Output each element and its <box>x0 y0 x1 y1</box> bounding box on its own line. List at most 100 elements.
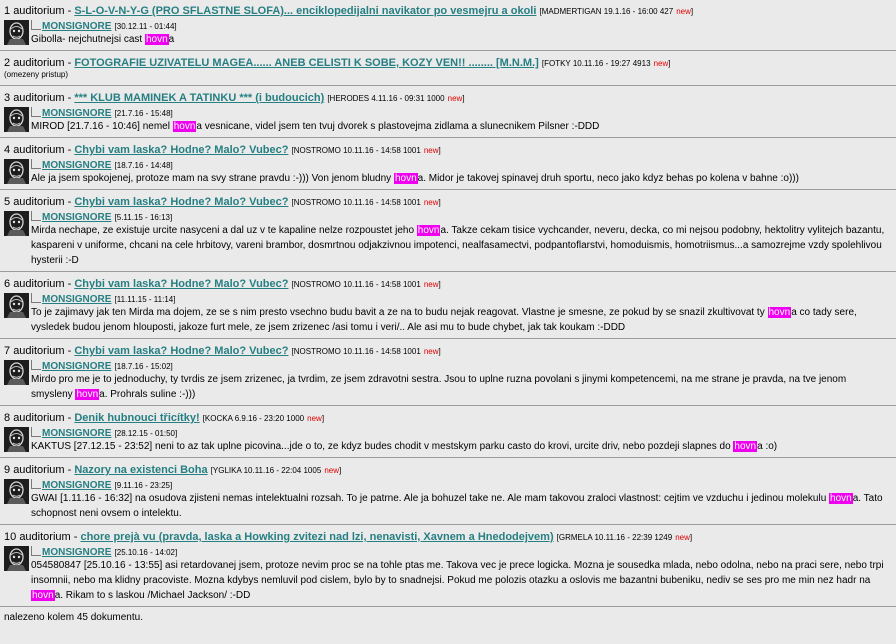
search-highlight: hovn <box>733 441 758 452</box>
result-count: nalezeno kolem 45 dokumentu. <box>4 612 143 623</box>
topic-link[interactable]: Chybi vam laska? Hodne? Malo? Vubec? <box>74 196 288 208</box>
post-text-before: GWAI [1.11.16 - 16:32] na osudova zjiste… <box>31 493 830 504</box>
result-number: 9 <box>4 464 11 476</box>
post-text: KAKTUS [27.12.15 - 23:52] neni to az tak… <box>31 439 892 454</box>
post-header: MONSIGNORE [28.12.15 - 01:50] <box>31 426 892 439</box>
post-timestamp: [28.12.15 - 01:50] <box>114 429 178 438</box>
post-text-before: Mirda nechape, ze existuje urcite nasyce… <box>31 225 417 236</box>
author-link[interactable]: MONSIGNORE <box>42 108 111 119</box>
search-highlight: hovn <box>829 493 853 504</box>
post-timestamp: [21.7.16 - 15:48] <box>114 109 173 118</box>
post-text-before: To je zajimavy jak ten Mirda ma dojem, z… <box>31 307 768 318</box>
topic-meta-close: ] <box>689 533 693 542</box>
avatar-icon[interactable] <box>4 427 29 452</box>
post-text-after: a. Rikam to s laskou /Michael Jackson/ :… <box>54 590 251 601</box>
topic-link[interactable]: Nazory na existenci Boha <box>74 464 207 476</box>
result-number: 1 <box>4 5 11 17</box>
post-timestamp: [30.12.11 - 01:44] <box>114 22 177 31</box>
topic-link[interactable]: *** KLUB MAMINEK A TATINKU *** (i budouc… <box>74 92 324 104</box>
forum-name: auditorium <box>13 278 65 290</box>
avatar-icon[interactable] <box>4 159 29 184</box>
topic-link[interactable]: chore prejà vu (pravda, laska a Howking … <box>80 531 553 543</box>
topic-link[interactable]: Denik hubnouci třicítky! <box>74 412 199 424</box>
avatar-icon[interactable] <box>4 546 29 571</box>
topic-link[interactable]: S-L-O-V-N-Y-G (PRO SFLASTNE SLOFA)... en… <box>74 5 536 17</box>
topic-meta-close: ] <box>690 7 694 16</box>
reply-icon[interactable] <box>31 427 41 437</box>
topic-link[interactable]: FOTOGRAFIE UZIVATELU MAGEA...... ANEB CE… <box>74 57 538 69</box>
author-link[interactable]: MONSIGNORE <box>42 21 111 32</box>
result-number: 6 <box>4 278 11 290</box>
post-timestamp: [18.7.16 - 15:02] <box>114 362 173 371</box>
result-number: 7 <box>4 345 11 357</box>
author-link[interactable]: MONSIGNORE <box>42 480 111 491</box>
avatar-icon[interactable] <box>4 360 29 385</box>
forum-name: auditorium <box>19 531 71 543</box>
forum-name: auditorium <box>13 144 65 156</box>
new-badge: new <box>324 466 340 475</box>
author-link[interactable]: MONSIGNORE <box>42 547 111 558</box>
post-text: To je zajimavy jak ten Mirda ma dojem, z… <box>31 305 892 335</box>
post-text: GWAI [1.11.16 - 16:32] na osudova zjiste… <box>31 491 892 521</box>
reply-icon[interactable] <box>31 293 41 303</box>
new-badge: new <box>423 198 439 207</box>
result-item: 5 auditorium - Chybi vam laska? Hodne? M… <box>0 195 896 272</box>
avatar-icon[interactable] <box>4 211 29 236</box>
post-text-before: KAKTUS [27.12.15 - 23:52] neni to az tak… <box>31 441 734 452</box>
reply-icon[interactable] <box>31 211 41 221</box>
post-text-before: Gibolla- nejchutnejsi cast <box>31 34 145 45</box>
topic-meta-close: ] <box>339 466 342 475</box>
result-number: 5 <box>4 196 11 208</box>
new-badge: new <box>676 7 691 16</box>
post-text-before: 054580847 [25.10.16 - 13:55] asi retardo… <box>31 560 884 586</box>
reply-icon[interactable] <box>31 107 41 117</box>
result-item: 6 auditorium - Chybi vam laska? Hodne? M… <box>0 277 896 339</box>
forum-name: auditorium <box>13 92 65 104</box>
topic-link[interactable]: Chybi vam laska? Hodne? Malo? Vubec? <box>74 278 288 290</box>
reply-icon[interactable] <box>31 20 41 30</box>
result-item: 1 auditorium - S-L-O-V-N-Y-G (PRO SFLAST… <box>0 4 896 51</box>
post-text-after: a vesnicane, videl jsem ten tvuj dvorek … <box>196 121 600 132</box>
post-text-before: MIROD [21.7.16 - 10:46] nemel <box>31 121 173 132</box>
search-highlight: hovn <box>31 590 55 601</box>
avatar-icon[interactable] <box>4 479 29 504</box>
forum-name: auditorium <box>13 345 65 357</box>
post-header: MONSIGNORE [30.12.11 - 01:44] <box>31 19 892 32</box>
reply-icon[interactable] <box>31 159 41 169</box>
restricted-note: (omezeny pristup) <box>4 70 69 79</box>
result-header: 5 auditorium - Chybi vam laska? Hodne? M… <box>4 196 441 208</box>
reply-icon[interactable] <box>31 479 41 489</box>
topic-meta: [KOCKA 6.9.16 - 23:20 1000 <box>202 414 305 423</box>
avatar-icon[interactable] <box>4 20 29 45</box>
post-header: MONSIGNORE [9.11.16 - 23:25] <box>31 478 892 491</box>
new-badge: new <box>447 94 463 103</box>
result-item: 2 auditorium - FOTOGRAFIE UZIVATELU MAGE… <box>0 56 896 86</box>
topic-link[interactable]: Chybi vam laska? Hodne? Malo? Vubec? <box>74 345 288 357</box>
search-highlight: hovn <box>144 34 169 45</box>
result-header: 1 auditorium - S-L-O-V-N-Y-G (PRO SFLAST… <box>4 5 694 17</box>
avatar-icon[interactable] <box>4 107 29 132</box>
author-link[interactable]: MONSIGNORE <box>42 428 111 439</box>
result-number: 2 <box>4 57 11 69</box>
author-link[interactable]: MONSIGNORE <box>42 160 111 171</box>
post: MONSIGNORE [9.11.16 - 23:25] GWAI [1.11.1… <box>4 478 892 521</box>
author-link[interactable]: MONSIGNORE <box>42 361 111 372</box>
topic-meta-close: ] <box>438 146 441 155</box>
avatar-icon[interactable] <box>4 293 29 318</box>
new-badge: new <box>675 533 690 542</box>
post-header: MONSIGNORE [18.7.16 - 14:48] <box>31 158 892 171</box>
search-highlight: hovn <box>393 173 418 184</box>
author-link[interactable]: MONSIGNORE <box>42 294 111 305</box>
reply-icon[interactable] <box>31 546 41 556</box>
topic-meta-close: ] <box>438 280 441 289</box>
topic-link[interactable]: Chybi vam laska? Hodne? Malo? Vubec? <box>74 144 288 156</box>
new-badge: new <box>423 146 439 155</box>
topic-meta-close: ] <box>438 198 441 207</box>
post-timestamp: [18.7.16 - 14:48] <box>114 161 173 170</box>
result-header: 10 auditorium - chore prejà vu (pravda, … <box>4 531 693 543</box>
post-text: Mirdo pro me je to jednoduchy, ty tvrdis… <box>31 372 892 402</box>
result-item: 7 auditorium - Chybi vam laska? Hodne? M… <box>0 344 896 406</box>
author-link[interactable]: MONSIGNORE <box>42 212 111 223</box>
result-header: 2 auditorium - FOTOGRAFIE UZIVATELU MAGE… <box>4 57 671 69</box>
reply-icon[interactable] <box>31 360 41 370</box>
